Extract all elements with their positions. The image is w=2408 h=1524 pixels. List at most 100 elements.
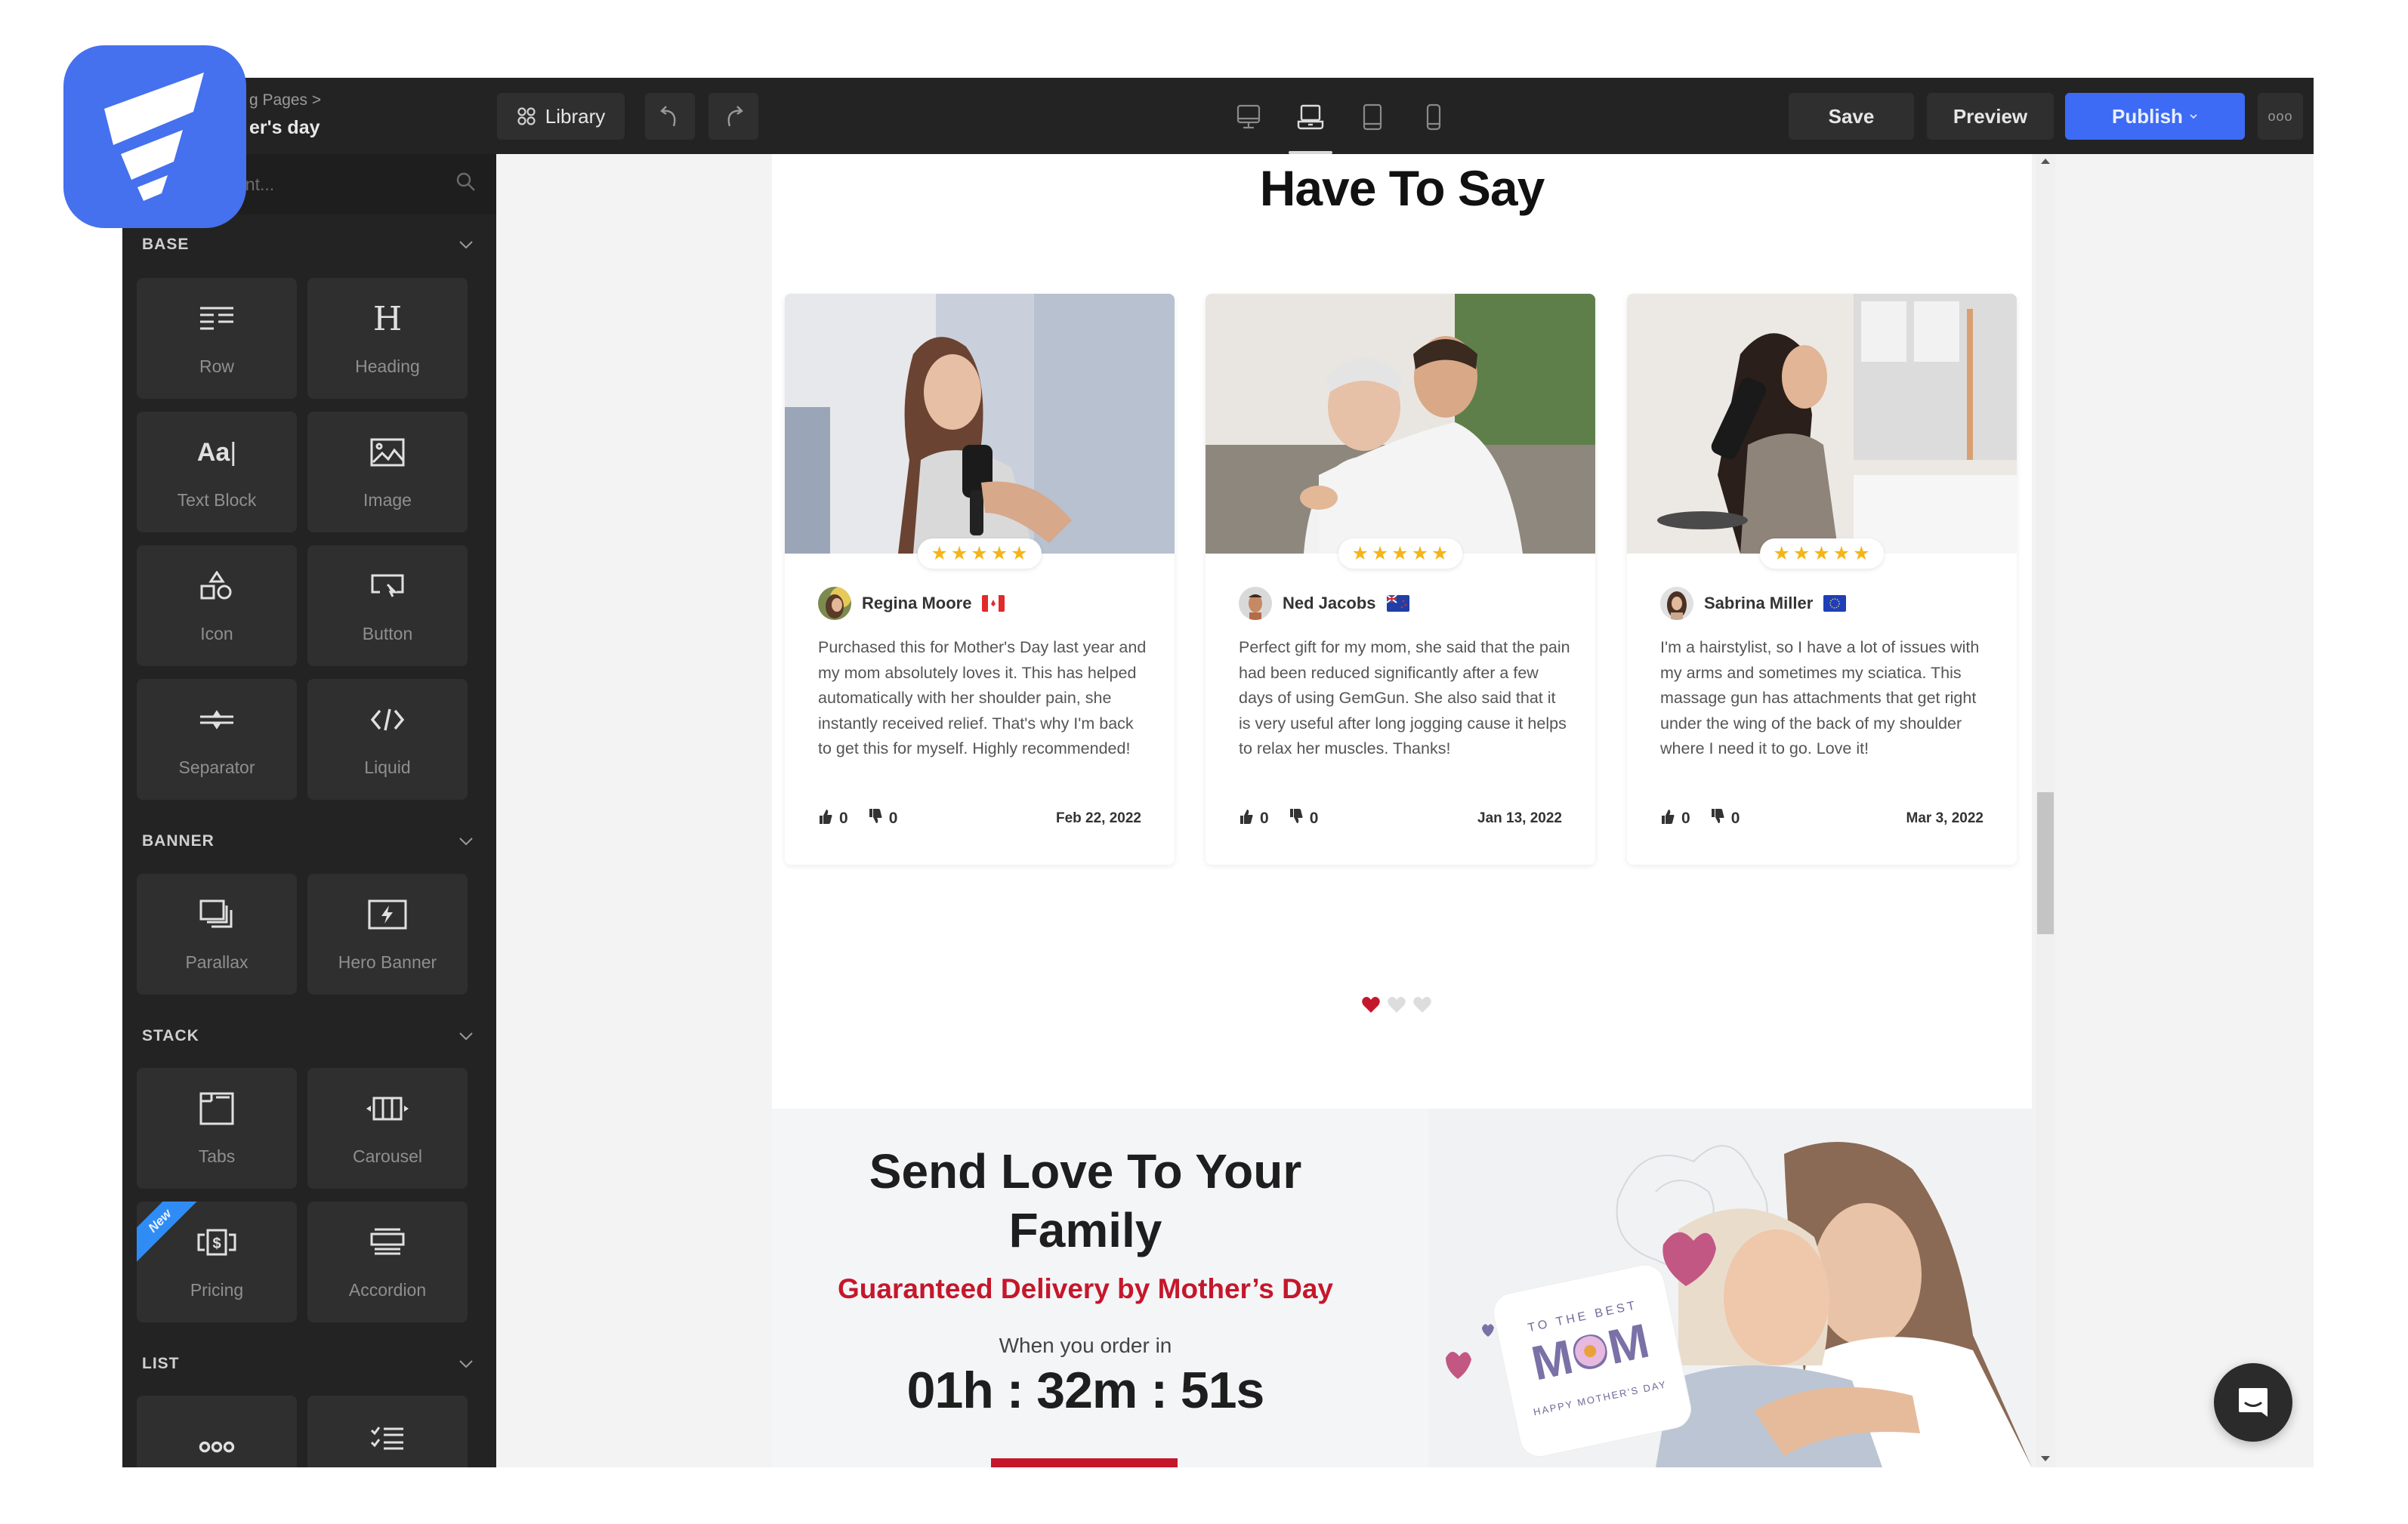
section-list-header[interactable]: LIST	[142, 1349, 474, 1379]
rating-stars: ★ ★ ★ ★ ★	[1760, 538, 1884, 569]
star-icon: ★	[971, 543, 989, 564]
element-accordion[interactable]: Accordion	[307, 1202, 468, 1322]
preview-button[interactable]: Preview	[1927, 93, 2054, 140]
reviewer: Ned Jacobs	[1239, 587, 1409, 620]
rating-stars: ★ ★ ★ ★ ★	[918, 538, 1042, 569]
redo-icon	[727, 106, 743, 127]
canvas-scrollbar[interactable]	[2036, 154, 2055, 1467]
device-desktop[interactable]	[1230, 100, 1267, 134]
avatar	[1239, 587, 1272, 620]
section-banner-header[interactable]: BANNER	[142, 826, 474, 856]
review-text: I'm a hairstylist, so I have a lot of is…	[1660, 638, 1980, 757]
device-laptop[interactable]	[1289, 100, 1332, 154]
element-heading[interactable]: H Heading	[307, 278, 468, 399]
element-parallax[interactable]: Parallax	[137, 874, 297, 995]
redo-button[interactable]	[709, 93, 758, 140]
element-label: Button	[362, 624, 413, 643]
canada-flag-icon	[982, 595, 1005, 612]
element-liquid[interactable]: Liquid	[307, 679, 468, 800]
star-icon: ★	[931, 543, 949, 564]
image-icon	[370, 438, 405, 467]
button-icon	[371, 574, 404, 597]
save-button[interactable]: Save	[1789, 93, 1914, 140]
carousel-pagination	[1361, 996, 1432, 1014]
avatar	[1660, 587, 1693, 620]
pagination-heart-3[interactable]	[1412, 996, 1432, 1014]
pagination-heart-2[interactable]	[1387, 996, 1406, 1014]
review-date: Mar 3, 2022	[1906, 810, 1984, 826]
star-icon: ★	[1411, 543, 1430, 564]
thumbs-down-icon[interactable]	[868, 808, 883, 829]
reviews-heading[interactable]: Have To Say	[772, 154, 2032, 222]
scroll-up-arrow[interactable]	[2041, 159, 2050, 164]
desktop-icon	[1236, 104, 1261, 129]
likes-count: 0	[1681, 810, 1690, 827]
element-label: Icon	[200, 624, 233, 643]
review-card[interactable]: ★ ★ ★ ★ ★ Sabrina Miller I'm a hairstylist, …	[1627, 294, 2017, 865]
get-it-now-button[interactable]: Get It Now	[991, 1458, 1178, 1467]
element-row[interactable]: Row	[137, 278, 297, 399]
element-image[interactable]: Image	[307, 412, 468, 532]
scroll-down-arrow[interactable]	[2041, 1456, 2050, 1461]
chat-icon	[2239, 1388, 2268, 1417]
publish-button[interactable]: Publish	[2065, 93, 2245, 140]
review-footer: 0 0 Feb 22, 2022	[818, 805, 1141, 832]
gempages-logo	[63, 45, 246, 228]
star-icon: ★	[1832, 543, 1851, 564]
promo-subtitle[interactable]: Guaranteed Delivery by Mother’s Day	[802, 1273, 1369, 1305]
element-pricing[interactable]: New $ Pricing	[137, 1202, 297, 1322]
element-label: Hero Banner	[338, 952, 437, 972]
element-label: Accordion	[348, 1280, 427, 1300]
countdown-label: When you order in	[999, 1334, 1172, 1357]
gempages-logo-icon	[104, 72, 204, 201]
element-icon[interactable]: Icon	[137, 545, 297, 666]
more-options-button[interactable]: ooo	[2258, 93, 2303, 140]
review-text: Perfect gift for my mom, she said that t…	[1239, 638, 1570, 757]
pricing-icon: $	[197, 1229, 236, 1256]
breadcrumb-parent[interactable]: g Pages	[249, 91, 307, 109]
element-separator[interactable]: Separator	[137, 679, 297, 800]
star-icon: ★	[1351, 543, 1369, 564]
section-stack-header[interactable]: STACK	[142, 1021, 474, 1051]
thumbs-up-icon[interactable]	[818, 808, 833, 829]
star-icon: ★	[950, 543, 969, 564]
element-tabs[interactable]: Tabs	[137, 1068, 297, 1189]
review-text: Purchased this for Mother's Day last yea…	[818, 638, 1147, 757]
thumbs-up-icon[interactable]	[1239, 808, 1254, 829]
chat-button[interactable]	[2214, 1363, 2292, 1442]
element-hero-banner[interactable]: Hero Banner	[307, 874, 468, 995]
pagination-heart-1[interactable]	[1361, 996, 1381, 1014]
eu-flag-icon	[1823, 595, 1847, 612]
element-button[interactable]: Button	[307, 545, 468, 666]
review-card[interactable]: ★ ★ ★ ★ ★ Regina Moore Purchased this for Mo…	[785, 294, 1175, 865]
breadcrumb-separator: >	[311, 91, 322, 109]
thumbs-down-icon[interactable]	[1710, 808, 1725, 829]
rating-stars: ★ ★ ★ ★ ★	[1338, 538, 1462, 569]
search-icon[interactable]	[455, 171, 477, 193]
avatar	[818, 587, 851, 620]
review-card[interactable]: ★ ★ ★ ★ ★ Ned Jacobs Perfect gift for my mom…	[1206, 294, 1595, 865]
breadcrumb[interactable]: g Pages >	[249, 91, 321, 110]
thumbs-up-icon[interactable]	[1660, 808, 1675, 829]
dislikes-count: 0	[1309, 810, 1319, 827]
library-label: Library	[545, 104, 606, 128]
element-carousel[interactable]: Carousel	[307, 1068, 468, 1189]
svg-text:$: $	[212, 1236, 221, 1252]
element-search-input[interactable]	[236, 168, 440, 201]
element-checklist[interactable]	[307, 1396, 468, 1467]
grid-icon	[517, 107, 536, 125]
scroll-thumb[interactable]	[2037, 792, 2054, 934]
section-base-header[interactable]: BASE	[142, 230, 474, 260]
device-tablet[interactable]	[1354, 100, 1391, 134]
device-mobile[interactable]	[1415, 100, 1453, 134]
text-block-icon: Aa|	[196, 437, 237, 467]
new-zealand-flag-icon	[1386, 595, 1409, 612]
page-title: er's day	[249, 117, 320, 138]
element-text-block[interactable]: Aa| Text Block	[137, 412, 297, 532]
element-label: Parallax	[185, 952, 249, 972]
library-button[interactable]: Library	[497, 93, 625, 140]
undo-button[interactable]	[645, 93, 695, 140]
promo-heading[interactable]: Send Love To Your Family	[802, 1142, 1369, 1260]
element-list-dots[interactable]	[137, 1396, 297, 1467]
thumbs-down-icon[interactable]	[1289, 808, 1304, 829]
